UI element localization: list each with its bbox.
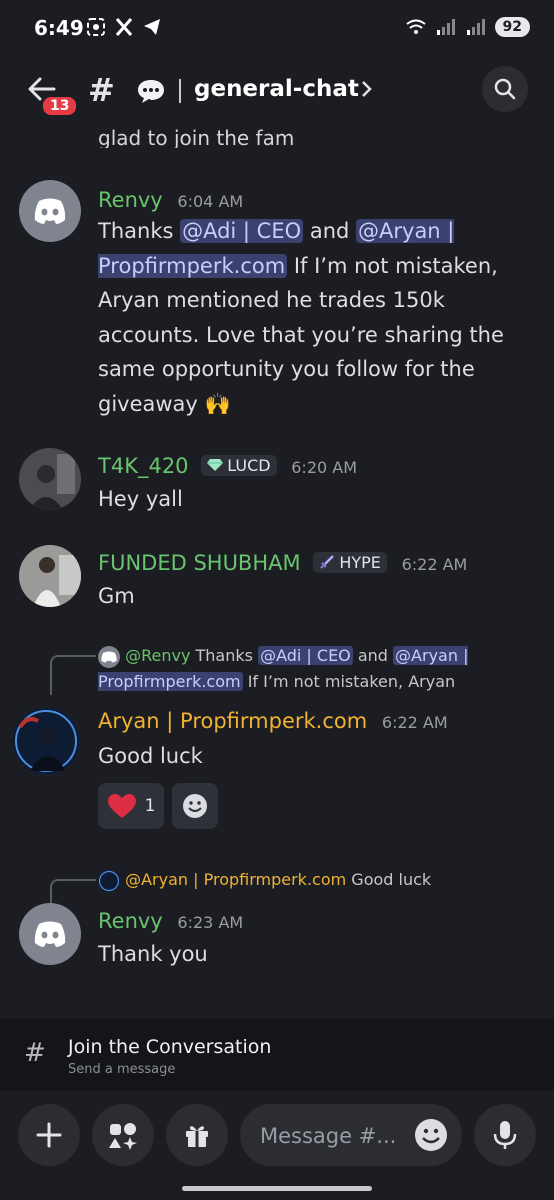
x-logo-icon <box>115 18 133 36</box>
signal-icon <box>436 19 455 35</box>
gift-icon <box>186 1126 208 1147</box>
gem-icon <box>207 459 224 471</box>
message-time: 6:20 AM <box>291 458 358 477</box>
aryan-avatar-art <box>12 707 80 775</box>
gift-button[interactable] <box>166 1104 228 1166</box>
status-bar: 6:49 92 <box>0 0 554 60</box>
message-body: Thank you <box>98 942 208 966</box>
user-photo <box>19 448 81 510</box>
author-label[interactable]: T4K_420 <box>98 454 189 478</box>
apps-icon <box>109 1123 137 1150</box>
aryan-mini-avatar <box>98 869 120 892</box>
message-body: Hey yall <box>98 487 183 511</box>
message-input[interactable] <box>258 1118 402 1154</box>
role-badge[interactable]: HYPE <box>313 551 387 573</box>
text-fragment: Thanks <box>98 219 181 243</box>
channel-hash-icon: # <box>88 71 115 109</box>
discord-logo-icon <box>34 921 66 947</box>
reply-text: Good luck <box>351 870 432 889</box>
message-composer <box>0 1090 554 1200</box>
reply-text: and <box>352 646 394 665</box>
chevron-right-icon[interactable] <box>360 80 374 98</box>
signal-icon-2 <box>466 19 485 35</box>
avatar[interactable] <box>19 448 81 510</box>
reactions-row: 1 <box>98 783 218 829</box>
telegram-icon <box>144 19 160 35</box>
author-name[interactable]: FUNDED SHUBHAM HYPE 6:22 AM <box>98 551 467 575</box>
add-reaction-icon <box>183 794 207 818</box>
plus-icon <box>36 1122 62 1148</box>
message-time: 6:23 AM <box>177 913 244 932</box>
role-badge-label: LUCD <box>227 455 271 475</box>
home-indicator[interactable] <box>182 1186 372 1191</box>
status-time: 6:49 <box>34 16 84 40</box>
clipped-previous-message: glad to join the fam <box>98 112 294 148</box>
header-divider <box>179 79 181 103</box>
reaction-count: 1 <box>144 796 156 816</box>
add-attachment-button[interactable] <box>18 1104 80 1166</box>
status-right: 92 <box>405 17 530 37</box>
author-label[interactable]: Renvy <box>98 188 163 212</box>
message-body: Good luck <box>98 744 203 768</box>
reply-mention-adi: @Adi | CEO <box>258 646 353 665</box>
message-time: 6:22 AM <box>381 713 448 732</box>
message-time: 6:04 AM <box>177 192 244 211</box>
author-name[interactable]: T4K_420 LUCD 6:20 AM <box>98 454 357 478</box>
author-name[interactable]: Aryan | Propfirmperk.com 6:22 AM <box>98 709 448 733</box>
reply-preview[interactable]: @Aryan | Propfirmperk.com Good luck <box>98 867 528 893</box>
join-subtitle: Send a message <box>68 1062 176 1077</box>
avatar[interactable] <box>19 545 81 607</box>
message-input-box[interactable] <box>240 1104 462 1166</box>
chat-bubble-icon <box>138 80 164 103</box>
voice-message-button[interactable] <box>474 1104 536 1166</box>
search-icon <box>494 78 516 100</box>
avatar[interactable] <box>12 707 80 775</box>
join-conversation-banner[interactable]: # Join the Conversation Send a message <box>0 1018 554 1090</box>
clipped-text: glad to join the fam <box>98 126 295 148</box>
author-name[interactable]: Renvy 6:23 AM <box>98 909 243 933</box>
reply-text: Thanks <box>195 646 259 665</box>
role-badge-label: HYPE <box>339 552 381 572</box>
mention-adi[interactable]: @Adi | CEO <box>180 219 304 243</box>
message-time: 6:22 AM <box>401 555 468 574</box>
add-reaction-button[interactable] <box>172 783 218 829</box>
discord-mini-avatar-icon <box>98 645 120 668</box>
apps-button[interactable] <box>92 1104 154 1166</box>
screen-record-icon <box>87 18 105 36</box>
emoji-icon[interactable] <box>414 1118 448 1152</box>
message-body: Thanks @Adi | CEO and @Aryan | Propfirmp… <box>98 214 518 421</box>
avatar[interactable] <box>19 903 81 965</box>
author-label[interactable]: Aryan | Propfirmperk.com <box>98 709 367 733</box>
reply-author[interactable]: @Aryan | Propfirmperk.com <box>125 870 346 889</box>
wifi-icon <box>405 19 426 34</box>
discord-logo-icon <box>34 198 66 224</box>
reply-preview[interactable]: @Renvy Thanks @Adi | CEO and @Aryan | Pr… <box>98 643 528 695</box>
user-photo <box>19 545 81 607</box>
reply-connector <box>50 655 96 695</box>
role-badge[interactable]: LUCD <box>201 454 277 476</box>
message-body: Gm <box>98 584 135 608</box>
battery-level: 92 <box>494 17 530 37</box>
status-app-icons <box>86 17 162 37</box>
text-fragment: and <box>303 219 357 243</box>
heart-icon <box>107 794 136 818</box>
channel-hash-icon: # <box>24 1038 46 1068</box>
sword-icon <box>320 555 335 569</box>
unread-badge: 13 <box>41 95 79 117</box>
join-title: Join the Conversation <box>68 1036 272 1058</box>
reply-author[interactable]: @Renvy <box>125 646 190 665</box>
author-name[interactable]: Renvy 6:04 AM <box>98 188 243 212</box>
search-button[interactable] <box>482 66 528 112</box>
author-label[interactable]: FUNDED SHUBHAM <box>98 551 301 575</box>
reaction-heart[interactable]: 1 <box>98 783 164 829</box>
reply-connector <box>50 879 96 903</box>
reply-text: If I’m not mistaken, Aryan <box>242 672 456 691</box>
author-label[interactable]: Renvy <box>98 909 163 933</box>
avatar[interactable] <box>19 180 81 242</box>
microphone-icon <box>493 1121 517 1149</box>
channel-title[interactable]: general-chat <box>194 76 359 102</box>
